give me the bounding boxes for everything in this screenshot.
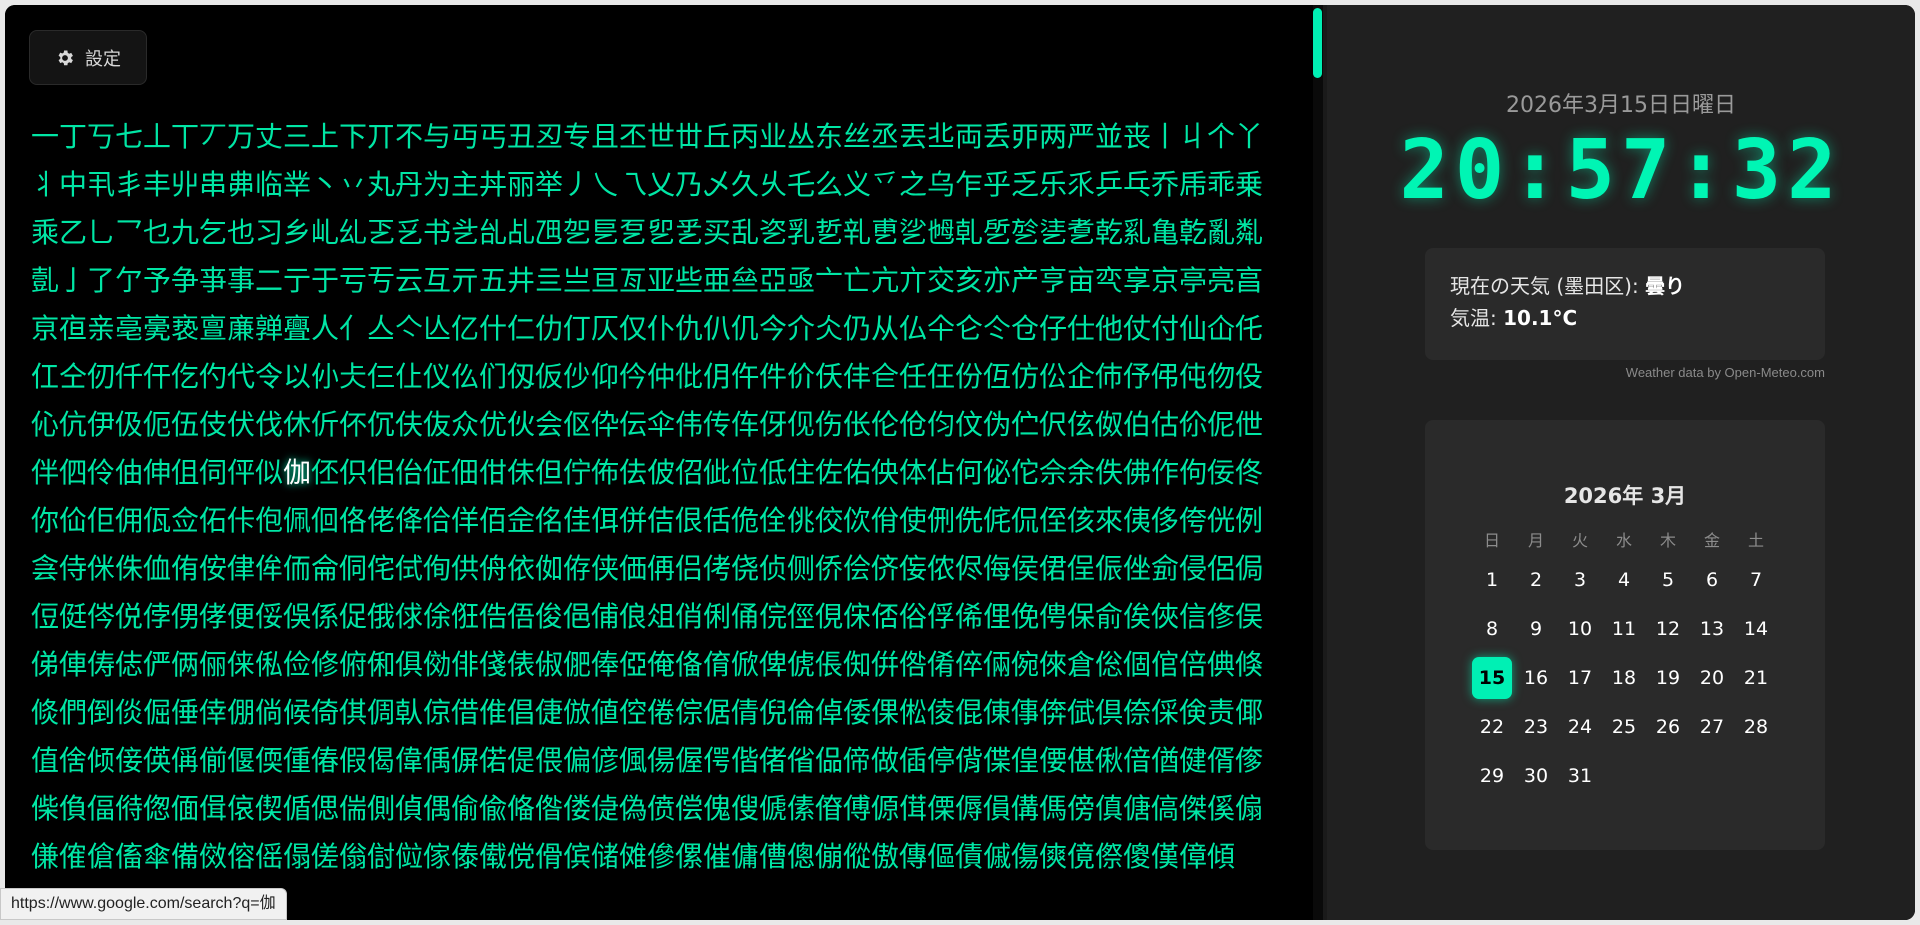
temp-value: 10.1°C [1503, 306, 1578, 330]
date-display: 2026年3月15日日曜日 [1506, 93, 1736, 118]
calendar-day[interactable]: 8 [1470, 618, 1514, 640]
weather-condition-line: 現在の天気 (墨田区): 曇り [1450, 270, 1800, 302]
kanji-text-before[interactable]: 一丁丂七丄丅丆万丈三上下丌不与丏丐丑丒专且丕世丗丘丙业丛东丝丞丟丠両丢丣两严並丧… [31, 120, 1263, 489]
calendar-day[interactable]: 18 [1602, 667, 1646, 689]
calendar-weekday: 水 [1615, 531, 1632, 550]
temp-label: 気温: [1450, 306, 1497, 330]
weather-location-label: 現在の天気 (墨田区): [1450, 274, 1639, 298]
calendar-weekday: 木 [1659, 531, 1676, 550]
calendar-week-row: 29 30 31 [1470, 751, 1780, 800]
calendar-day[interactable]: 20 [1690, 667, 1734, 689]
calendar-title: 2026年 3月 [1563, 484, 1687, 508]
calendar-day[interactable]: 30 [1514, 765, 1558, 787]
calendar-day[interactable]: 14 [1734, 618, 1778, 640]
scrollbar-track[interactable] [1313, 5, 1323, 920]
calendar-day[interactable]: 24 [1558, 716, 1602, 738]
calendar-day[interactable]: 17 [1558, 667, 1602, 689]
calendar-day[interactable]: 28 [1734, 716, 1778, 738]
calendar-week-row: 15 16 17 18 19 20 21 [1470, 653, 1780, 702]
calendar-day[interactable]: 5 [1646, 569, 1690, 591]
kanji-wall[interactable]: 一丁丂七丄丅丆万丈三上下丌不与丏丐丑丒专且丕世丗丘丙业丛东丝丞丟丠両丢丣两严並丧… [31, 113, 1269, 920]
kanji-pane: 設定 一丁丂七丄丅丆万丈三上下丌不与丏丐丑丒专且丕世丗丘丙业丛东丝丞丟丠両丢丣两… [5, 5, 1323, 920]
calendar-card: 2026年 3月 日月火水木金土 1 2 3 4 5 6 7 8 9 10 11 12 13 14 15 16 1… [1425, 420, 1825, 850]
calendar-day[interactable]: 10 [1558, 618, 1602, 640]
settings-label: 設定 [85, 48, 121, 70]
calendar-day[interactable]: 13 [1690, 618, 1734, 640]
calendar-day[interactable]: 7 [1734, 569, 1778, 591]
calendar-weekday: 土 [1747, 531, 1764, 550]
kanji-highlighted[interactable]: 伽 [283, 456, 311, 489]
calendar-week-row: 8 9 10 11 12 13 14 [1470, 604, 1780, 653]
calendar-day[interactable]: 27 [1690, 716, 1734, 738]
calendar-day[interactable]: 4 [1602, 569, 1646, 591]
calendar-day[interactable]: 12 [1646, 618, 1690, 640]
calendar-day[interactable]: 22 [1470, 716, 1514, 738]
calendar-day[interactable]: 31 [1558, 765, 1602, 787]
calendar-day[interactable]: 16 [1514, 667, 1558, 689]
calendar-day-today[interactable]: 15 [1472, 656, 1512, 699]
calendar-weekday: 火 [1571, 531, 1588, 550]
kanji-text-after[interactable]: 伾伿佀佁佂佃佄佅但佇佈佉佊佋佌位低住佐佑佒体佔何佖佗佘余佚佛作佝佞佟你佡佢佣佤佥… [31, 456, 1263, 873]
digital-clock: 20:57:32 [1399, 123, 1843, 218]
calendar-day[interactable]: 21 [1734, 667, 1778, 689]
weather-credit: Weather data by Open-Meteo.com [1625, 365, 1825, 380]
weather-temp-line: 気温: 10.1°C [1450, 302, 1800, 334]
calendar-day[interactable]: 29 [1470, 765, 1514, 787]
calendar-day[interactable]: 23 [1514, 716, 1558, 738]
calendar-grid: 日月火水木金土 1 2 3 4 5 6 7 8 9 10 11 12 13 14 15 16 17 18 19 20 21… [1470, 523, 1780, 800]
calendar-day[interactable]: 6 [1690, 569, 1734, 591]
calendar-day[interactable]: 2 [1514, 569, 1558, 591]
calendar-week-row: 22 23 24 25 26 27 28 [1470, 702, 1780, 751]
status-bar-url: https://www.google.com/search?q=伽 [0, 888, 287, 920]
calendar-weekday: 日 [1483, 531, 1500, 550]
weather-card: 現在の天気 (墨田区): 曇り 気温: 10.1°C [1425, 248, 1825, 360]
calendar-day[interactable]: 3 [1558, 569, 1602, 591]
gear-icon [58, 50, 73, 65]
calendar-day[interactable]: 11 [1602, 618, 1646, 640]
calendar-day[interactable]: 26 [1646, 716, 1690, 738]
scrollbar-thumb[interactable] [1313, 8, 1322, 78]
weather-condition: 曇り [1645, 274, 1686, 298]
calendar-day[interactable]: 9 [1514, 618, 1558, 640]
calendar-week-row: 1234567 [1470, 555, 1780, 604]
calendar-weekday-row: 日月火水木金土 [1470, 523, 1780, 555]
info-panel: 2026年3月15日日曜日 20:57:32 現在の天気 (墨田区): 曇り 気… [1327, 5, 1915, 920]
calendar-day[interactable]: 1 [1470, 569, 1514, 591]
calendar-weekday: 金 [1703, 531, 1720, 550]
calendar-day[interactable]: 19 [1646, 667, 1690, 689]
calendar-day[interactable]: 25 [1602, 716, 1646, 738]
app-window: 設定 一丁丂七丄丅丆万丈三上下丌不与丏丐丑丒专且丕世丗丘丙业丛东丝丞丟丠両丢丣两… [5, 5, 1915, 920]
settings-button[interactable]: 設定 [29, 30, 147, 85]
calendar-weekday: 月 [1527, 531, 1544, 550]
